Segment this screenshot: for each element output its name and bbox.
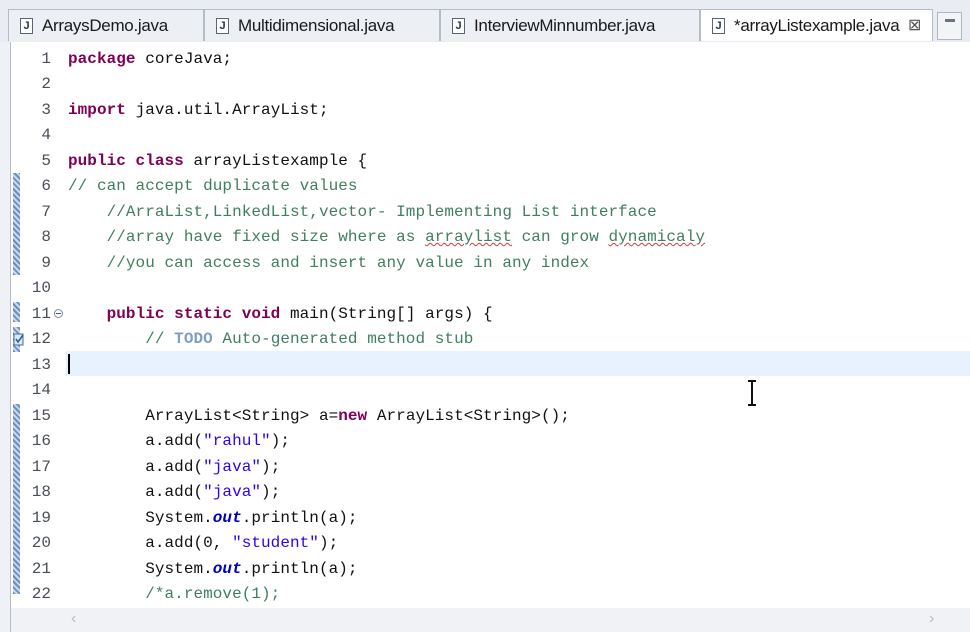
- code-line: 20 a.add(0, "student");: [11, 531, 970, 556]
- line-number: 17: [31, 458, 51, 476]
- scroll-right-icon[interactable]: ›: [929, 610, 934, 628]
- minimize-icon: [945, 19, 955, 22]
- code-line: 22 /*a.remove(1);: [11, 582, 970, 607]
- code-line: 21 System.out.println(a);: [11, 557, 970, 582]
- code-line: 5 public class arrayListexample {: [11, 149, 970, 174]
- fold-collapse-icon[interactable]: [54, 309, 63, 318]
- tab-interviewminnumber[interactable]: J InterviewMinnumber.java: [440, 9, 700, 41]
- spelling-warning: dynamicaly: [608, 228, 706, 246]
- tab-multidimensional[interactable]: J Multidimensional.java: [204, 9, 440, 41]
- scroll-left-icon[interactable]: ‹: [71, 610, 76, 628]
- line-number: 22: [31, 585, 51, 603]
- code-line: 10: [11, 276, 970, 301]
- text-caret: [68, 354, 70, 374]
- line-number: 3: [41, 101, 51, 119]
- tab-label: InterviewMinnumber.java: [474, 16, 656, 35]
- code-line: 18 a.add("java");: [11, 480, 970, 505]
- horizontal-scrollbar[interactable]: ‹ ›: [10, 608, 970, 632]
- code-line: 19 System.out.println(a);: [11, 506, 970, 531]
- code-line: 8 //array have fixed size where as array…: [11, 225, 970, 250]
- line-number: 14: [31, 381, 51, 399]
- line-number: 2: [41, 75, 51, 93]
- line-number: 7: [41, 203, 51, 221]
- code-line: 9 //you can access and insert any value …: [11, 251, 970, 276]
- tab-label: ArraysDemo.java: [42, 16, 168, 35]
- code-line: 1 package coreJava;: [11, 47, 970, 72]
- tab-arraylistexample[interactable]: J *arrayListexample.java ⊠: [700, 9, 933, 41]
- code-line: 14: [11, 378, 970, 403]
- spelling-warning: arraylist: [425, 228, 512, 246]
- java-file-icon: J: [712, 18, 725, 34]
- java-file-icon: J: [20, 18, 33, 34]
- code-line: 2: [11, 72, 970, 97]
- code-line: 13: [11, 353, 970, 378]
- code-line: 3 import java.util.ArrayList;: [11, 98, 970, 123]
- close-tab-icon[interactable]: ⊠: [908, 15, 921, 35]
- line-number: 11: [31, 305, 51, 323]
- minimize-button[interactable]: [937, 12, 962, 40]
- line-number: 6: [41, 177, 51, 195]
- line-number: 15: [31, 407, 51, 425]
- line-number: 21: [31, 560, 51, 578]
- line-number: 12: [31, 330, 51, 348]
- line-number: 4: [41, 126, 51, 144]
- java-file-icon: J: [216, 18, 229, 34]
- tab-label: Multidimensional.java: [238, 16, 395, 35]
- editor-tab-bar: J ArraysDemo.java J Multidimensional.jav…: [0, 0, 970, 42]
- line-number: 13: [31, 356, 51, 374]
- line-number: 20: [31, 534, 51, 552]
- code-line: 15 ArrayList<String> a=new ArrayList<Str…: [11, 404, 970, 429]
- java-file-icon: J: [452, 18, 465, 34]
- code-line: 16 a.add("rahul");: [11, 429, 970, 454]
- code-line: 11 public static void main(String[] args…: [11, 302, 970, 327]
- code-line: 12 // TODO Auto-generated method stub: [11, 327, 970, 352]
- task-marker-icon[interactable]: [13, 332, 25, 346]
- mouse-ibeam-cursor-icon: [748, 380, 756, 406]
- code-editor[interactable]: 1 package coreJava; 2 3 import java.util…: [10, 42, 970, 608]
- line-number: 1: [41, 50, 51, 68]
- line-number: 9: [41, 254, 51, 272]
- line-number: 19: [31, 509, 51, 527]
- code-line: 17 a.add("java");: [11, 455, 970, 480]
- line-number: 8: [41, 228, 51, 246]
- line-number: 5: [41, 152, 51, 170]
- code-line: 6 // can accept duplicate values: [11, 174, 970, 199]
- line-number: 10: [31, 279, 51, 297]
- line-number: 16: [31, 432, 51, 450]
- code-line: 7 //ArraList,LinkedList,vector- Implemen…: [11, 200, 970, 225]
- code-line: 4: [11, 123, 970, 148]
- tab-arraysdemo[interactable]: J ArraysDemo.java: [8, 9, 204, 41]
- line-number: 18: [31, 483, 51, 501]
- tab-label: *arrayListexample.java: [734, 16, 900, 35]
